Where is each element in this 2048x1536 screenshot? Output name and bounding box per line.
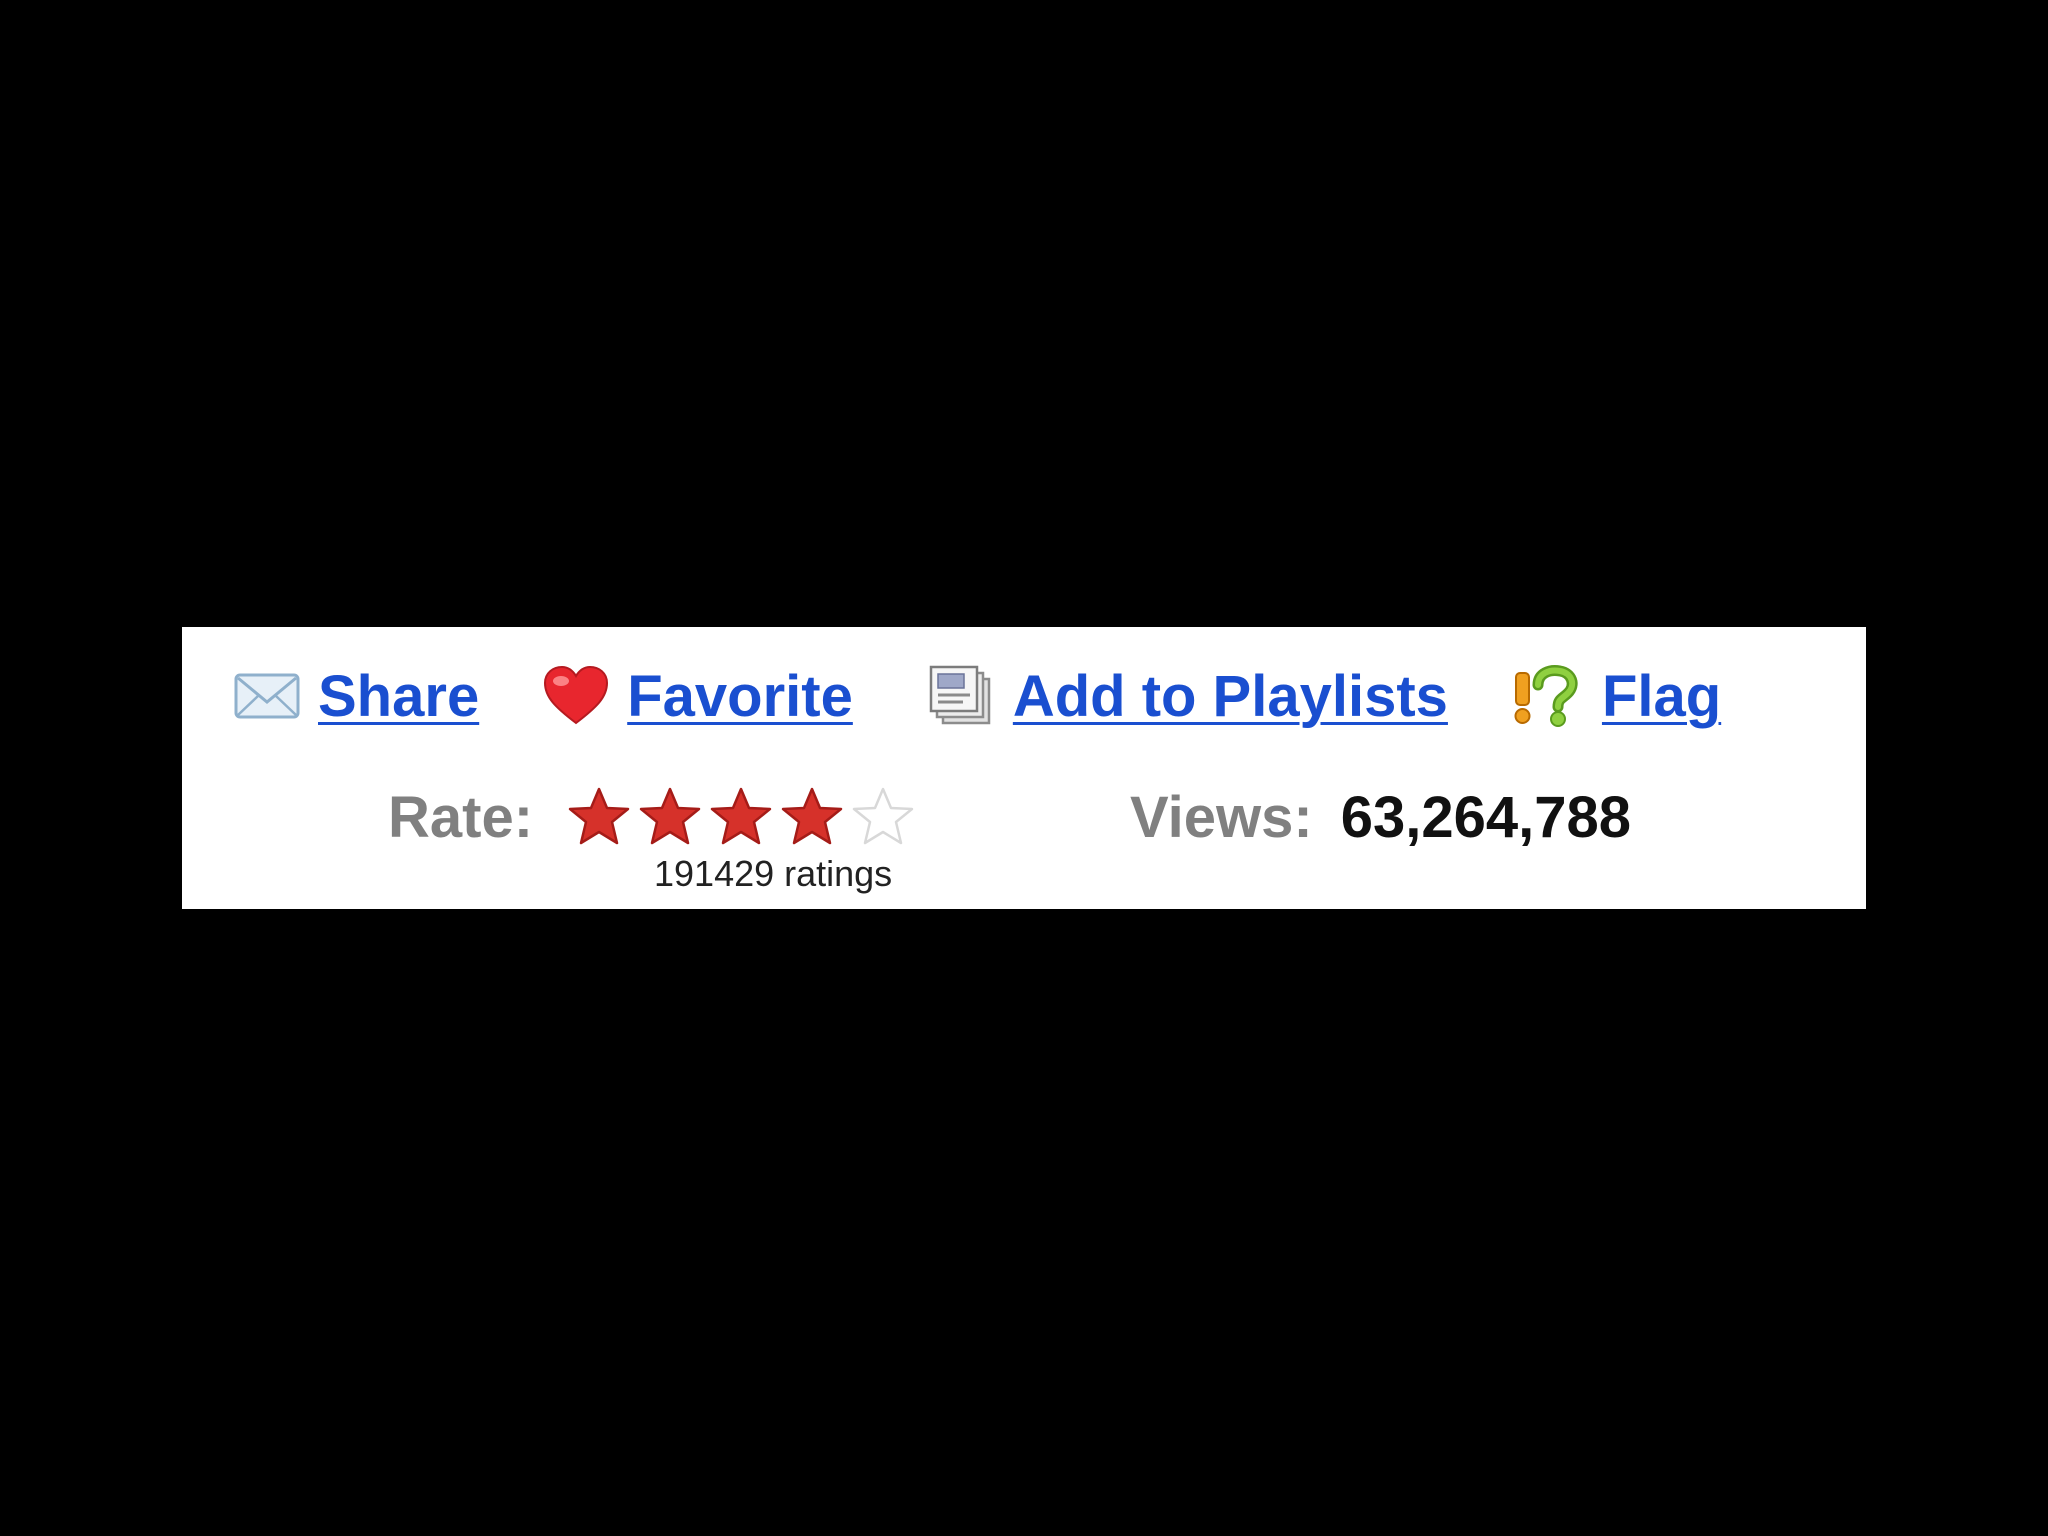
share-link[interactable]: Share bbox=[318, 663, 479, 730]
star-filled-icon[interactable] bbox=[709, 785, 773, 849]
flag-icon[interactable] bbox=[1510, 661, 1586, 731]
rate-label: Rate: bbox=[388, 784, 534, 850]
rating-row: Rate: bbox=[388, 777, 922, 857]
favorite-action[interactable]: Favorite bbox=[541, 661, 853, 731]
star-rating[interactable] bbox=[567, 785, 922, 849]
add-to-playlists-action[interactable]: Add to Playlists bbox=[927, 661, 1448, 731]
share-action[interactable]: Share bbox=[232, 661, 479, 731]
flag-link[interactable]: Flag bbox=[1602, 663, 1721, 730]
playlist-icon[interactable] bbox=[927, 661, 997, 731]
star-filled-icon[interactable] bbox=[780, 785, 844, 849]
action-bar: Share Favorite Add to Playlists Flag bbox=[232, 655, 1721, 737]
views-count: 63,264,788 bbox=[1340, 784, 1631, 850]
video-actions-panel: Share Favorite Add to Playlists Flag Rat… bbox=[182, 627, 1866, 909]
envelope-icon[interactable] bbox=[232, 661, 302, 731]
star-filled-icon[interactable] bbox=[638, 785, 702, 849]
star-empty-icon[interactable] bbox=[851, 785, 915, 849]
ratings-count: 191429 ratings bbox=[654, 853, 893, 894]
views-row: Views: 63,264,788 bbox=[1130, 777, 1631, 857]
heart-icon[interactable] bbox=[541, 661, 611, 731]
flag-action[interactable]: Flag bbox=[1510, 661, 1721, 731]
favorite-link[interactable]: Favorite bbox=[627, 663, 853, 730]
views-label: Views: bbox=[1130, 784, 1313, 850]
add-to-playlists-link[interactable]: Add to Playlists bbox=[1013, 663, 1448, 730]
star-filled-icon[interactable] bbox=[567, 785, 631, 849]
